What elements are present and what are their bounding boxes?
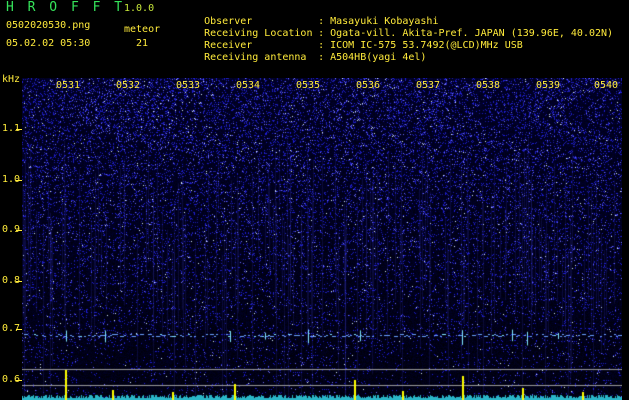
meteor-label: meteor [124, 24, 161, 35]
y-tick-mark [16, 380, 22, 381]
app-version: 1.0.0 [124, 3, 155, 14]
meteor-count: 21 [136, 38, 149, 49]
x-tick-label: 0531 [56, 80, 81, 91]
y-tick-mark [16, 180, 22, 181]
y-tick-mark [16, 230, 22, 231]
x-tick-label: 0538 [476, 80, 501, 91]
y-axis-unit: kHz [2, 74, 21, 85]
app-title: H R O F F T [6, 0, 126, 15]
x-tick-label: 0539 [536, 80, 561, 91]
spectrogram-canvas [22, 78, 622, 400]
y-tick-mark [16, 281, 22, 282]
info-row-antenna: Receiving antenna: A504HB(yagi 4el) [204, 52, 427, 63]
x-tick-label: 0537 [416, 80, 441, 91]
y-tick-mark [16, 329, 22, 330]
y-tick-mark [16, 129, 22, 130]
x-tick-label: 0533 [176, 80, 201, 91]
x-tick-label: 0540 [594, 80, 619, 91]
x-tick-label: 0534 [236, 80, 261, 91]
file-name: 0502020530.png [6, 20, 91, 31]
info-key: Receiving antenna [204, 52, 307, 63]
x-tick-label: 0535 [296, 80, 321, 91]
spectrogram-plot [22, 78, 622, 400]
info-value: A504HB(yagi 4el) [330, 52, 427, 63]
x-tick-label: 0532 [116, 80, 141, 91]
timestamp: 05.02.02 05:30 [6, 38, 91, 49]
x-tick-label: 0536 [356, 80, 381, 91]
header-panel: H R O F F T 1.0.0 0502020530.png meteor … [0, 0, 629, 72]
